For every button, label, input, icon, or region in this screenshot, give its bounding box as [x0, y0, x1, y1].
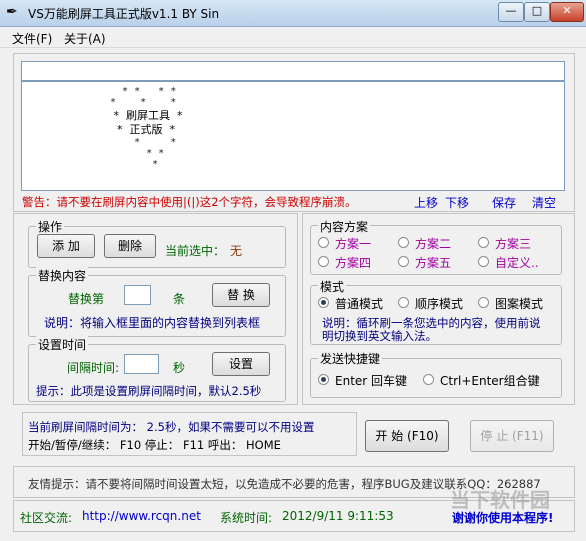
replace-button[interactable]: 替 换 — [212, 283, 270, 307]
preview-line-6: * * — [110, 148, 165, 159]
plan-radio-4[interactable] — [318, 256, 329, 267]
plan-option-4[interactable]: 方案四 — [335, 254, 371, 271]
window-title: VS万能刷屏工具正式版v1.1 BY Sin — [28, 7, 220, 21]
menu-file[interactable]: 文件(F) — [12, 30, 52, 47]
preview-line-5: * * — [110, 137, 177, 148]
plan-option-2[interactable]: 方案二 — [415, 235, 451, 252]
mode-label: 模式 — [318, 278, 347, 295]
hotkey-radio-enter[interactable] — [318, 374, 329, 385]
preview-line-4: * 正式版 * — [110, 123, 175, 136]
close-button[interactable]: ✕ — [550, 2, 584, 22]
clear-link[interactable]: 清空 — [532, 194, 556, 211]
replace-hint: 说明：将输入框里面的内容替换到列表框 — [44, 316, 261, 330]
plan-option-6[interactable]: 自定义.. — [495, 254, 539, 271]
mode-option-normal[interactable]: 普通模式 — [335, 295, 383, 312]
mode-option-sequence[interactable]: 顺序模式 — [415, 295, 463, 312]
set-interval-button[interactable]: 设置 — [212, 352, 270, 376]
system-time-label: 系统时间: — [220, 511, 273, 525]
mode-option-pattern[interactable]: 图案模式 — [495, 295, 543, 312]
move-up-link[interactable]: 上移 — [414, 194, 438, 211]
interval-input[interactable] — [124, 354, 159, 374]
plan-option-1[interactable]: 方案一 — [335, 235, 371, 252]
interval-unit: 秒 — [173, 361, 186, 375]
stop-button[interactable]: 停 止 (F11) — [470, 420, 554, 452]
content-input[interactable] — [21, 61, 565, 81]
hotkey-option-enter[interactable]: Enter 回车键 — [335, 372, 407, 389]
mode-radio-sequence[interactable] — [398, 297, 409, 308]
mode-radio-pattern[interactable] — [478, 297, 489, 308]
delete-button[interactable]: 删除 — [104, 234, 156, 258]
system-time-value: 2012/9/11 9:11:53 — [282, 509, 394, 523]
replace-index-input[interactable] — [124, 285, 151, 305]
content-plan-label: 内容方案 — [318, 218, 371, 235]
feather-icon: ✒ — [6, 4, 18, 20]
preview-line-7: * — [110, 159, 159, 170]
menu-bar: 文件(F) 关于(A) — [0, 27, 586, 48]
move-down-link[interactable]: 下移 — [445, 194, 469, 211]
plan-radio-3[interactable] — [478, 237, 489, 248]
current-selected-label: 当前选中： — [165, 244, 226, 258]
interval-hint: 提示：此项是设置刷屏间隔时间，默认2.5秒 — [36, 384, 262, 398]
plan-radio-1[interactable] — [318, 237, 329, 248]
interval-group-label: 设置时间 — [36, 336, 89, 353]
plan-option-5[interactable]: 方案五 — [415, 254, 451, 271]
replace-prefix: 替换第 — [68, 292, 105, 306]
interval-prefix: 间隔时间: — [67, 361, 120, 375]
replace-suffix: 条 — [173, 292, 186, 306]
preview-line-2: * * * — [110, 97, 177, 108]
hotkey-label: 发送快捷键 — [318, 350, 383, 367]
ops-group-label: 操作 — [36, 218, 65, 235]
replace-group-label: 替换内容 — [36, 267, 89, 284]
preview-line-3: * 刷屏工具 * — [110, 109, 183, 122]
start-button[interactable]: 开 始 (F10) — [365, 420, 449, 452]
plan-option-3[interactable]: 方案三 — [495, 235, 531, 252]
content-list[interactable]: * * * * * * * * 刷屏工具 * * 正式版 * * * * * * — [21, 81, 565, 191]
title-bar: ✒ VS万能刷屏工具正式版v1.1 BY Sin — □ ✕ — [0, 0, 586, 27]
mode-hint: 说明：循环刷一条您选中的内容，使用前说明切换到英文输入法。 — [322, 316, 541, 343]
plan-radio-6[interactable] — [478, 256, 489, 267]
hotkey-radio-ctrl-enter[interactable] — [423, 374, 434, 385]
minimize-button[interactable]: — — [498, 2, 524, 22]
hotkey-option-ctrl-enter[interactable]: Ctrl+Enter组合键 — [440, 372, 540, 389]
add-button[interactable]: 添 加 — [37, 234, 95, 258]
community-label: 社区交流: — [20, 511, 73, 525]
interval-status-text: 当前刷屏间隔时间为： 2.5秒，如果不需要可以不用设置 — [28, 420, 315, 434]
save-link[interactable]: 保存 — [492, 194, 516, 211]
preview-line-1: * * * * — [110, 86, 177, 97]
maximize-button[interactable]: □ — [524, 2, 550, 22]
warning-text: 警告：请不要在刷屏内容中使用|(|)这2个字符，会导致程序崩溃。 — [22, 195, 357, 209]
current-selected-value: 无 — [230, 244, 243, 258]
plan-radio-5[interactable] — [398, 256, 409, 267]
plan-radio-2[interactable] — [398, 237, 409, 248]
community-link[interactable]: http://www.rcqn.net — [82, 509, 201, 523]
hotkeys-status-text: 开始/暂停/继续： F10 停止： F11 呼出： HOME — [28, 438, 281, 452]
menu-about[interactable]: 关于(A) — [64, 30, 106, 47]
watermark-text: 当下软件园 — [450, 488, 550, 512]
mode-radio-normal[interactable] — [318, 297, 329, 308]
